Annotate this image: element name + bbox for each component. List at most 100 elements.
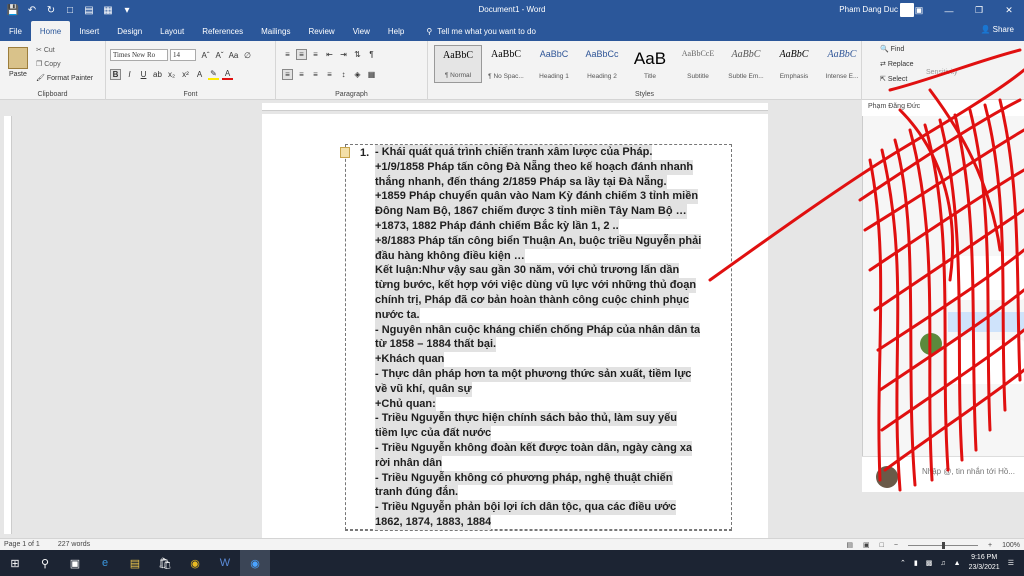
restore-button[interactable]: ❐: [964, 0, 994, 21]
superscript-icon[interactable]: x²: [180, 69, 191, 80]
find-button[interactable]: 🔍 Find: [880, 45, 904, 53]
style-title[interactable]: AaB Title: [626, 45, 674, 83]
page-count[interactable]: Page 1 of 1: [4, 541, 40, 548]
close-button[interactable]: ✕: [994, 0, 1024, 21]
avatar[interactable]: [920, 333, 942, 355]
zalo-icon[interactable]: ◉: [240, 550, 270, 576]
style-no-spacing[interactable]: AaBbC ¶ No Spac...: [482, 45, 530, 83]
style-heading-2[interactable]: AaBbCc Heading 2: [578, 45, 626, 83]
tell-me-box[interactable]: ⚲ Tell me what you want to do: [417, 21, 545, 41]
style-subtle-emphasis[interactable]: AaBbC Subtle Em...: [722, 45, 770, 83]
tab-layout[interactable]: Layout: [151, 21, 193, 41]
start-icon[interactable]: ⊞: [0, 550, 30, 576]
vertical-ruler[interactable]: [4, 116, 12, 534]
tab-review[interactable]: Review: [299, 21, 343, 41]
tab-references[interactable]: References: [193, 21, 252, 41]
tab-insert[interactable]: Insert: [70, 21, 108, 41]
grow-font-icon[interactable]: Aˆ: [200, 50, 211, 61]
read-mode-icon[interactable]: ▤: [846, 541, 853, 549]
volume-icon[interactable]: ♫: [940, 560, 945, 567]
align-left-icon[interactable]: ≡: [282, 69, 293, 80]
battery-icon[interactable]: ▮: [914, 559, 918, 567]
zoom-in-icon[interactable]: +: [988, 542, 992, 549]
edge-icon[interactable]: e: [90, 550, 120, 576]
zoom-level[interactable]: 100%: [1002, 542, 1020, 549]
font-size-select[interactable]: 14: [170, 49, 196, 61]
style-sample: AaBbC: [491, 49, 521, 60]
cut-button[interactable]: ✂ Cut: [36, 46, 55, 54]
strikethrough-icon[interactable]: ab: [152, 69, 163, 80]
replace-button[interactable]: ⇄ Replace: [880, 60, 914, 68]
tab-design[interactable]: Design: [108, 21, 151, 41]
highlight-icon[interactable]: ✎: [208, 69, 219, 80]
justify-icon[interactable]: ≡: [324, 69, 335, 80]
font-family-select[interactable]: Times New Ro: [110, 49, 168, 61]
paste-button[interactable]: Paste: [9, 71, 27, 78]
underline-icon[interactable]: U: [138, 69, 149, 80]
line-spacing-icon[interactable]: ↕: [338, 69, 349, 80]
notifications-icon[interactable]: ☰: [1008, 559, 1014, 567]
increase-indent-icon[interactable]: ⇥: [338, 49, 349, 60]
multilevel-list-icon[interactable]: ≡: [310, 49, 321, 60]
language-icon[interactable]: ▲: [954, 560, 961, 567]
chrome-icon[interactable]: ◉: [180, 550, 210, 576]
style-sample: AaBbCc: [585, 49, 619, 59]
store-icon[interactable]: 🛍: [150, 550, 180, 576]
zoom-slider[interactable]: [908, 541, 978, 549]
document-page[interactable]: 1. - Khái quát quá trình chiến tranh xâm…: [262, 114, 768, 538]
shading-icon[interactable]: ◈: [352, 69, 363, 80]
style-heading-1[interactable]: AaBbC Heading 1: [530, 45, 578, 83]
style-normal[interactable]: AaBbC ¶ Normal: [434, 45, 482, 83]
tab-mailings[interactable]: Mailings: [252, 21, 299, 41]
document-body[interactable]: - Khái quát quá trình chiến tranh xâm lư…: [375, 145, 735, 530]
search-icon[interactable]: ⚲: [30, 550, 60, 576]
italic-icon[interactable]: I: [124, 69, 135, 80]
style-intense-emphasis[interactable]: AaBbC Intense E...: [818, 45, 866, 83]
file-explorer-icon[interactable]: ▤: [120, 550, 150, 576]
font-color-icon[interactable]: A: [222, 69, 233, 80]
network-icon[interactable]: ▩: [926, 559, 933, 567]
sort-icon[interactable]: ⇅: [352, 49, 363, 60]
pilcrow-icon[interactable]: ¶: [366, 49, 377, 60]
task-view-icon[interactable]: ▣: [60, 550, 90, 576]
horizontal-ruler[interactable]: [262, 103, 768, 111]
shrink-font-icon[interactable]: Aˇ: [214, 50, 225, 61]
tab-help[interactable]: Help: [379, 21, 413, 41]
zoom-thumb[interactable]: [942, 541, 945, 549]
style-subtitle[interactable]: AaBbCcE Subtitle: [674, 45, 722, 83]
select-button[interactable]: ⇱ Select: [880, 75, 907, 83]
clear-format-icon[interactable]: ∅: [242, 50, 253, 61]
word-count[interactable]: 227 words: [58, 541, 90, 548]
bold-icon[interactable]: B: [110, 69, 121, 80]
tab-home[interactable]: Home: [30, 21, 71, 41]
print-layout-icon[interactable]: ▣: [863, 541, 870, 549]
copy-button[interactable]: ❐ Copy: [36, 60, 61, 68]
change-case-icon[interactable]: Aa: [228, 50, 239, 61]
borders-icon[interactable]: ▦: [366, 69, 377, 80]
chevron-up-icon[interactable]: ⌃: [900, 559, 906, 567]
format-painter-button[interactable]: 🖌 Format Painter: [36, 74, 93, 82]
word-icon[interactable]: W: [210, 550, 240, 576]
align-center-icon[interactable]: ≡: [296, 69, 307, 80]
text-effects-icon[interactable]: A: [194, 69, 205, 80]
bullets-icon[interactable]: ≡: [282, 49, 293, 60]
align-right-icon[interactable]: ≡: [310, 69, 321, 80]
subscript-icon[interactable]: x₂: [166, 69, 177, 80]
sensitivity-button[interactable]: Sensitivity: [926, 69, 958, 76]
decrease-indent-icon[interactable]: ⇤: [324, 49, 335, 60]
clock[interactable]: 9:16 PM 23/3/2021: [969, 553, 1000, 573]
web-layout-icon[interactable]: □: [880, 542, 884, 549]
paste-icon[interactable]: [8, 47, 28, 69]
minimize-button[interactable]: —: [934, 0, 964, 21]
style-emphasis[interactable]: AaBbC Emphasis: [770, 45, 818, 83]
document-line: - Triều Nguyễn phản bội lợi ích dân tộc,…: [375, 500, 677, 515]
numbering-icon[interactable]: ≡: [296, 49, 307, 60]
zoom-out-icon[interactable]: −: [894, 542, 898, 549]
chat-header[interactable]: Phạm Đăng Đức: [862, 100, 1024, 116]
ribbon-display-icon[interactable]: ▣: [904, 0, 934, 21]
share-button[interactable]: 👤 Share: [980, 25, 1014, 34]
user-name[interactable]: Pham Dang Duc: [839, 5, 898, 14]
tab-file[interactable]: File: [0, 21, 31, 41]
tab-view[interactable]: View: [344, 21, 379, 41]
avatar[interactable]: [876, 466, 898, 488]
